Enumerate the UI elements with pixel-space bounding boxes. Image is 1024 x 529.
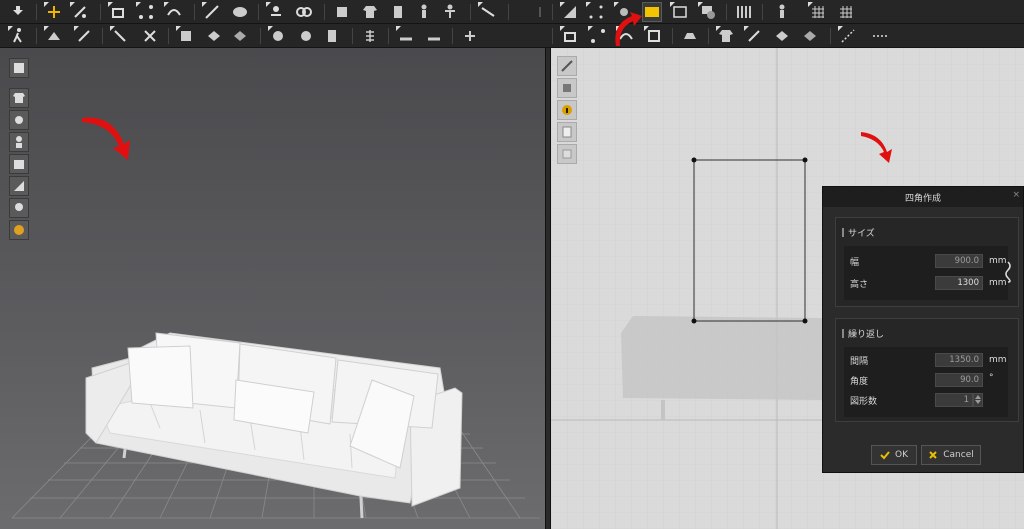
piping-icon[interactable]: [396, 26, 416, 46]
height-label: 高さ: [850, 279, 869, 290]
rectangle-tool-icon[interactable]: [478, 2, 498, 22]
transform-2d-icon[interactable]: [588, 26, 608, 46]
info-icon[interactable]: [557, 100, 577, 120]
fold-arrange-icon[interactable]: [108, 2, 128, 22]
download-arrow-icon[interactable]: [8, 2, 28, 22]
height-field[interactable]: 1300: [935, 276, 983, 290]
grid-icon[interactable]: [808, 2, 828, 22]
3d-viewport[interactable]: [0, 48, 545, 529]
sewing-icon[interactable]: [164, 2, 184, 22]
garment-icon[interactable]: [332, 2, 352, 22]
figure-icon[interactable]: [772, 2, 792, 22]
3d-scene: [11, 117, 540, 519]
main-toolbar-row-1: [0, 0, 1024, 24]
transform-points-2-icon[interactable]: [586, 2, 606, 22]
stitch-2d-icon[interactable]: [744, 26, 764, 46]
fold-icon[interactable]: [44, 26, 64, 46]
x-icon: [929, 451, 937, 459]
button-hole-icon[interactable]: [296, 26, 316, 46]
internal-shape-icon[interactable]: [560, 2, 580, 22]
count-stepper[interactable]: [973, 393, 983, 407]
angle-unit: °: [989, 373, 994, 383]
stitch-alt-icon[interactable]: [230, 26, 250, 46]
ok-button[interactable]: OK: [871, 445, 917, 465]
walk-icon[interactable]: [8, 26, 28, 46]
shirt-icon[interactable]: [360, 2, 380, 22]
tack-icon[interactable]: [294, 2, 314, 22]
spacing-unit: mm: [989, 355, 1007, 365]
dashed-line-icon[interactable]: [870, 26, 890, 46]
avatar-pose-icon[interactable]: [414, 2, 434, 22]
iron-icon[interactable]: [460, 26, 480, 46]
angle-label: 角度: [850, 376, 869, 387]
grid-alt-icon[interactable]: [836, 2, 856, 22]
polygon-icon[interactable]: [530, 2, 550, 22]
fabric-select-icon[interactable]: [176, 26, 196, 46]
width-field[interactable]: 900.0: [935, 254, 983, 268]
select-move-icon[interactable]: [44, 2, 64, 22]
main-toolbar-row-2: [0, 24, 1024, 48]
measure-icon[interactable]: [440, 2, 460, 22]
annotation-arrow-toolbar: [615, 12, 642, 46]
puckering-icon[interactable]: [424, 26, 444, 46]
hanger-icon[interactable]: [680, 26, 700, 46]
line-tool-icon[interactable]: [202, 2, 222, 22]
fabric-icon[interactable]: [734, 2, 754, 22]
shirt-2d-icon[interactable]: [716, 26, 736, 46]
knit-alt-icon[interactable]: [800, 26, 820, 46]
size-group-title: サイズ: [842, 226, 875, 239]
grid-sheet-icon[interactable]: [557, 144, 577, 164]
select-edit-icon[interactable]: [70, 2, 90, 22]
internal-rect-icon[interactable]: [698, 2, 718, 22]
repeat-group-title: 繰り返し: [842, 327, 884, 340]
check-icon: [880, 451, 890, 460]
sofa-model: [85, 332, 463, 519]
zipper-icon[interactable]: [322, 26, 342, 46]
2d-side-toolbar: [557, 56, 579, 166]
pattern-tool-icon[interactable]: [557, 78, 577, 98]
cancel-button[interactable]: Cancel: [921, 445, 981, 465]
transform-points-icon[interactable]: [136, 2, 156, 22]
button-icon[interactable]: [268, 26, 288, 46]
repeat-group: 繰り返し 間隔 1350.0 mm 角度 90.0 ° 図形数 1: [835, 318, 1019, 422]
width-label: 幅: [850, 257, 860, 268]
create-rectangle-dialog: 四角作成 × サイズ 幅 900.0 mm 高さ 1300 mm 繰り返し 間隔…: [822, 186, 1024, 473]
fold-arrange-2d-icon[interactable]: [560, 26, 580, 46]
link-icon[interactable]: [1004, 260, 1012, 284]
knit-icon[interactable]: [772, 26, 792, 46]
line-icon[interactable]: [838, 26, 858, 46]
select-tool-icon[interactable]: [557, 56, 577, 76]
seam-icon[interactable]: [140, 26, 160, 46]
size-group: サイズ 幅 900.0 mm 高さ 1300 mm: [835, 217, 1019, 307]
tape-icon[interactable]: [360, 26, 380, 46]
spacing-label: 間隔: [850, 356, 869, 367]
segment-sew-icon[interactable]: [110, 26, 130, 46]
count-label: 図形数: [850, 396, 878, 407]
close-icon[interactable]: ×: [1012, 190, 1020, 200]
free-sewing-icon[interactable]: [230, 2, 250, 22]
annotation-arrow-3d: [82, 117, 130, 160]
angle-field[interactable]: 90.0: [935, 373, 983, 387]
pin-icon[interactable]: [266, 2, 286, 22]
stitch-icon[interactable]: [204, 26, 224, 46]
sew-icon[interactable]: [74, 26, 94, 46]
dialog-titlebar[interactable]: 四角作成 ×: [823, 187, 1023, 207]
application-window: 四角作成 × サイズ 幅 900.0 mm 高さ 1300 mm 繰り返し 間隔…: [0, 0, 1024, 529]
polygon-draw-icon[interactable]: [670, 2, 690, 22]
pattern-2d-icon[interactable]: [644, 26, 664, 46]
avatar-icon[interactable]: [388, 2, 408, 22]
sheet-icon[interactable]: [557, 122, 577, 142]
dialog-title: 四角作成: [904, 193, 941, 204]
spacing-field[interactable]: 1350.0: [935, 353, 983, 367]
count-field[interactable]: 1: [935, 393, 973, 407]
